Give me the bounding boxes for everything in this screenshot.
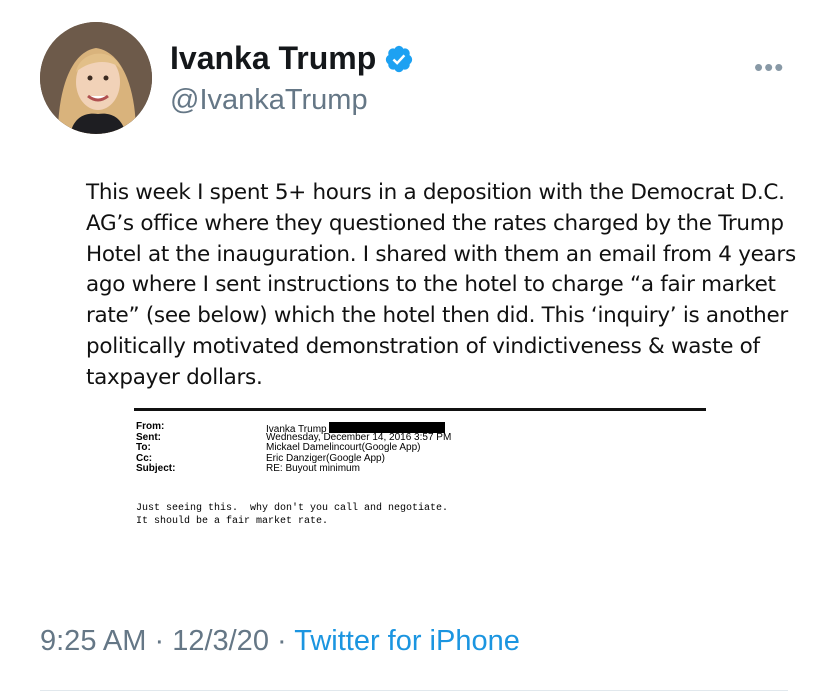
tweet-time: 9:25 AM	[40, 625, 147, 657]
divider	[40, 690, 788, 691]
avatar-image	[40, 22, 152, 134]
meta-separator: ·	[146, 625, 173, 657]
tweet-line: AG’s office where they questioned the ra…	[86, 210, 784, 236]
tweet-line: taxpayer dollars.	[86, 364, 263, 390]
tweet-line: ago where I sent instructions to the hot…	[86, 272, 776, 298]
tweet-source-link[interactable]: Twitter for iPhone	[294, 625, 520, 657]
tweet-date: 12/3/20	[172, 625, 269, 657]
email-sent-label: Sent:	[136, 431, 161, 443]
author-handle[interactable]: @IvankaTrump	[170, 84, 368, 117]
more-options-icon[interactable]: •••	[754, 52, 784, 83]
tweet-line: This week I spent 5+ hours in a depositi…	[86, 180, 785, 205]
email-to-label: To:	[136, 442, 151, 454]
email-subject-value: RE: Buyout minimum	[266, 463, 360, 475]
tweet-meta: 9:25 AM · 12/3/20 · Twitter for iPhone	[40, 625, 520, 658]
email-header: From: Ivanka Trump Sent: Wednesday, Dece…	[136, 421, 451, 475]
email-body-line: Just seeing this. why don't you call and…	[136, 503, 449, 514]
author-name[interactable]: Ivanka Trump	[170, 40, 376, 77]
tweet-line: rate” (see below) which the hotel then d…	[86, 303, 788, 329]
tweet-line: politically motivated demonstration of v…	[86, 333, 760, 359]
email-body-line: It should be a fair market rate.	[136, 516, 329, 527]
email-from-label: From:	[136, 421, 165, 432]
tweet-text: This week I spent 5+ hours in a depositi…	[86, 178, 796, 394]
email-body: Just seeing this. why don't you call and…	[136, 502, 448, 528]
avatar[interactable]	[40, 22, 152, 134]
email-subject-label: Subject:	[136, 463, 176, 475]
verified-badge-icon	[386, 45, 413, 72]
author-name-row[interactable]: Ivanka Trump	[170, 40, 414, 77]
email-divider	[134, 408, 706, 411]
tweet-line: Hotel at the inauguration. I shared with…	[86, 241, 796, 267]
email-screenshot-image[interactable]: From: Ivanka Trump Sent: Wednesday, Dece…	[120, 402, 710, 552]
meta-separator: ·	[268, 625, 295, 657]
